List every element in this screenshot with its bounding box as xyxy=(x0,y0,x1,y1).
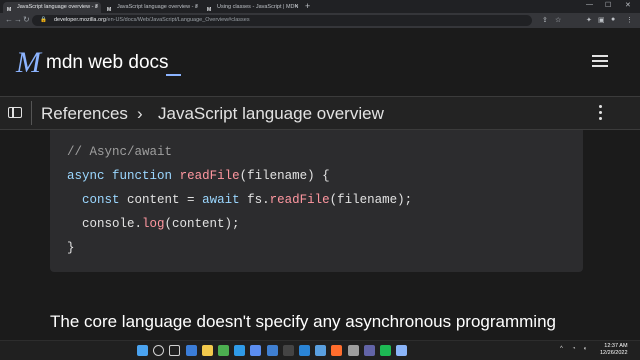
mdn-favicon: M xyxy=(7,7,12,13)
code-function-name: readFile xyxy=(179,169,240,183)
chevron-right-icon: › xyxy=(137,104,143,123)
url-field[interactable]: 🔒 developer.mozilla.org/en-US/docs/Web/J… xyxy=(32,15,532,26)
tab-title: JavaScript language overview - J xyxy=(17,4,98,10)
widgets-icon[interactable] xyxy=(185,345,197,356)
hamburger-menu-icon[interactable] xyxy=(592,55,608,67)
more-options-icon[interactable] xyxy=(599,105,602,121)
code-comment: // Async/await xyxy=(67,145,173,159)
profile-icon[interactable]: ● xyxy=(611,16,615,23)
extensions-icon[interactable]: ✦ xyxy=(586,16,592,24)
terminal-icon[interactable] xyxy=(282,345,294,356)
windows-start-icon[interactable] xyxy=(137,345,148,356)
tab-javascript-language-overview[interactable]: M JavaScript language overview - J × xyxy=(3,2,101,13)
code-text: (filename); xyxy=(329,193,413,207)
tab-title: Using classes - JavaScript | MDN xyxy=(217,4,299,10)
mdn-header: M mdn web docs xyxy=(0,28,640,96)
lock-icon: 🔒 xyxy=(40,17,47,23)
code-text: (filename) { xyxy=(239,169,330,183)
clock-date: 12/26/2022 xyxy=(600,350,628,356)
code-text: fs. xyxy=(247,193,270,207)
tab-javascript-language-overview-2[interactable]: M JavaScript language overview - J × xyxy=(103,2,201,13)
address-bar-row: ← → ↻ 🔒 developer.mozilla.org/en-US/docs… xyxy=(0,13,640,28)
notepad-icon[interactable] xyxy=(396,345,408,356)
reload-button[interactable]: ↻ xyxy=(23,15,30,24)
article-paragraph: The core language doesn't specify any as… xyxy=(50,312,556,331)
code-keyword: const xyxy=(82,193,120,207)
code-text: console. xyxy=(82,217,143,231)
browser-tab-strip: M JavaScript language overview - J × M J… xyxy=(0,0,640,13)
search-icon[interactable] xyxy=(153,345,165,356)
chrome-icon[interactable] xyxy=(218,345,229,356)
clock-time: 12:37 AM xyxy=(604,343,628,349)
mail-icon[interactable] xyxy=(266,345,278,356)
tab-title: JavaScript language overview - J xyxy=(117,4,198,10)
url-domain: developer.mozilla.org xyxy=(54,17,106,23)
mdn-logo-mark[interactable]: M xyxy=(16,48,41,78)
logo-underscore xyxy=(166,74,181,76)
teams-icon[interactable] xyxy=(363,345,375,356)
url-path: /en-US/docs/Web/JavaScript/Language_Over… xyxy=(105,17,250,23)
settings-icon[interactable] xyxy=(347,345,359,356)
code-keyword: function xyxy=(112,169,173,183)
star-icon[interactable]: ☆ xyxy=(555,16,561,24)
system-clock[interactable]: 12:37 AM 12/26/2022 xyxy=(600,343,628,357)
tray-chevron-icon[interactable]: ^ xyxy=(560,346,563,352)
code-text: (content); xyxy=(164,217,240,231)
code-text: } xyxy=(67,241,75,255)
close-tab-icon[interactable]: × xyxy=(94,2,98,13)
code-text: content = xyxy=(127,193,195,207)
spotify-icon[interactable] xyxy=(380,345,391,356)
photos-icon[interactable] xyxy=(315,345,327,356)
breadcrumb-bar: References › JavaScript language overvie… xyxy=(0,96,640,130)
code-function-name: log xyxy=(142,217,165,231)
volume-icon[interactable]: ◖ xyxy=(583,346,587,352)
close-tab-icon[interactable]: × xyxy=(294,2,298,13)
split-icon[interactable]: ▣ xyxy=(598,16,605,24)
maximize-button[interactable]: ☐ xyxy=(605,1,611,9)
menu-icon[interactable]: ⋮ xyxy=(626,16,633,24)
code-keyword: async xyxy=(67,169,105,183)
new-tab-button[interactable]: + xyxy=(305,1,310,11)
vscode-icon[interactable] xyxy=(299,345,310,356)
sidebar-toggle-icon[interactable] xyxy=(8,107,22,118)
code-keyword: await xyxy=(202,193,240,207)
edge-icon[interactable] xyxy=(234,345,246,356)
task-view-icon[interactable] xyxy=(169,345,181,356)
divider xyxy=(31,101,32,125)
breadcrumb-current[interactable]: JavaScript language overview xyxy=(158,104,384,124)
firefox-icon[interactable] xyxy=(331,345,343,356)
minimize-button[interactable]: — xyxy=(586,1,593,8)
windows-taskbar: ^ ◔ ◖ 12:37 AM 12/26/2022 xyxy=(0,340,640,360)
code-function-name: readFile xyxy=(269,193,330,207)
mdn-favicon: M xyxy=(107,7,112,13)
wifi-icon[interactable]: ◔ xyxy=(572,346,576,352)
code-listing: // Async/await async function readFile(f… xyxy=(67,140,412,260)
breadcrumb-references[interactable]: References xyxy=(41,104,128,124)
close-window-button[interactable]: ✕ xyxy=(625,1,631,9)
share-icon[interactable]: ⇪ xyxy=(542,16,548,24)
forward-button[interactable]: → xyxy=(14,15,22,24)
tab-using-classes[interactable]: M Using classes - JavaScript | MDN × xyxy=(203,2,301,13)
file-explorer-icon[interactable] xyxy=(201,345,213,356)
store-icon[interactable] xyxy=(250,345,262,356)
mdn-favicon: M xyxy=(207,7,212,13)
close-tab-icon[interactable]: × xyxy=(194,2,198,13)
back-button[interactable]: ← xyxy=(5,15,13,24)
mdn-logo-text[interactable]: mdn web docs xyxy=(46,52,169,74)
